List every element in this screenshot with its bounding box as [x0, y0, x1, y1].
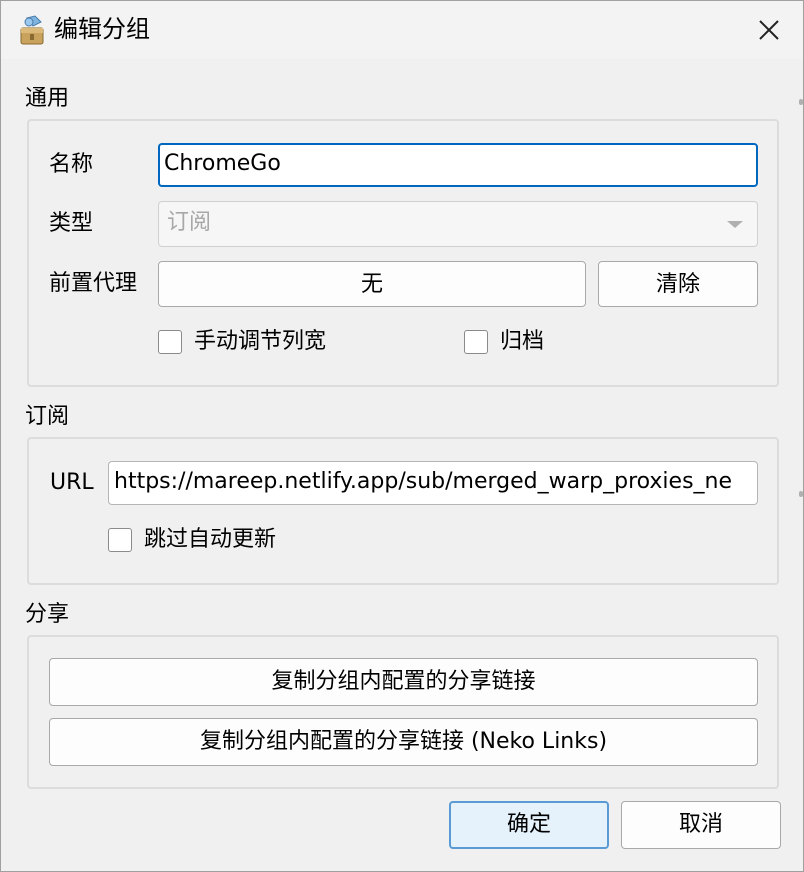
name-input[interactable]: ChromeGo: [158, 143, 758, 187]
ok-button[interactable]: 确定: [449, 801, 609, 849]
skip-auto-update-option[interactable]: 跳过自动更新: [108, 527, 328, 557]
manual-column-width-option[interactable]: 手动调节列宽: [158, 329, 418, 359]
archive-option[interactable]: 归档: [464, 329, 584, 359]
clear-button[interactable]: 清除: [598, 261, 758, 307]
manual-column-width-checkbox[interactable]: [158, 330, 182, 354]
general-group-box: 名称 ChromeGo 类型 订阅 前置代理 无 清除 手动调节列宽 归档: [27, 119, 779, 387]
general-section-title: 通用: [25, 86, 70, 111]
url-input[interactable]: https://mareep.netlify.app/sub/merged_wa…: [108, 461, 758, 505]
chevron-down-icon: [727, 221, 743, 228]
share-group-box: 复制分组内配置的分享链接 复制分组内配置的分享链接 (Neko Links): [27, 635, 779, 789]
front-proxy-label: 前置代理: [49, 271, 138, 296]
archive-checkbox[interactable]: [464, 330, 488, 354]
name-label: 名称: [49, 152, 94, 177]
url-label: URL: [50, 470, 94, 495]
edge-mark: [799, 491, 803, 497]
manual-column-width-label: 手动调节列宽: [194, 329, 327, 354]
archive-label: 归档: [500, 329, 545, 354]
cancel-button[interactable]: 取消: [621, 801, 781, 849]
copy-share-links-button[interactable]: 复制分组内配置的分享链接: [49, 658, 758, 706]
title-bar: 编辑分组: [1, 1, 803, 59]
subscription-group-box: URL https://mareep.netlify.app/sub/merge…: [27, 437, 779, 585]
package-icon: [19, 14, 47, 46]
subscription-section-title: 订阅: [25, 404, 70, 429]
skip-auto-update-checkbox[interactable]: [108, 528, 132, 552]
type-label: 类型: [49, 211, 94, 236]
front-proxy-button[interactable]: 无: [158, 261, 586, 307]
close-button[interactable]: [743, 9, 795, 51]
skip-auto-update-label: 跳过自动更新: [144, 527, 277, 552]
close-icon: [759, 20, 779, 40]
edge-mark: [799, 99, 803, 105]
type-select-value: 订阅: [167, 210, 212, 235]
type-select[interactable]: 订阅: [158, 201, 758, 247]
window-title: 编辑分组: [54, 15, 150, 43]
share-section-title: 分享: [25, 602, 70, 627]
copy-neko-links-button[interactable]: 复制分组内配置的分享链接 (Neko Links): [49, 718, 758, 766]
edit-group-dialog: 编辑分组 通用 名称 ChromeGo 类型 订阅 前置代理 无 清除 手动调节…: [0, 0, 804, 872]
